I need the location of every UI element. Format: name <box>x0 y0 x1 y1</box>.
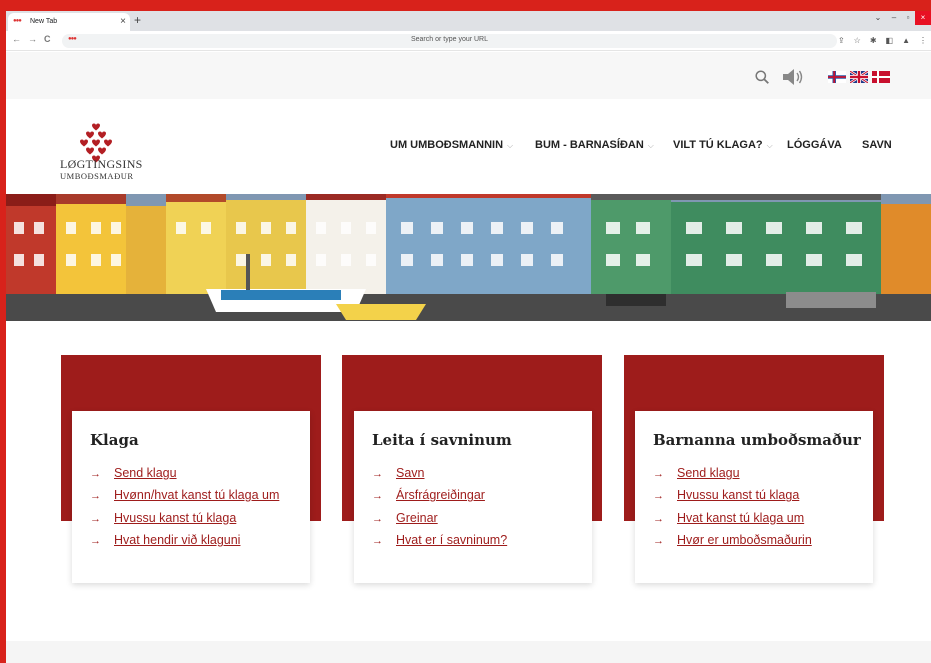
nav-item-loggava[interactable]: LÓGGÁVA <box>787 139 842 151</box>
list-item: → Hvat kanst tú klaga um <box>653 511 812 533</box>
sidepanel-icon[interactable]: ◧ <box>886 36 894 45</box>
speaker-icon[interactable] <box>782 68 804 86</box>
arrow-right-icon: → <box>90 535 101 548</box>
list-item: → Hvønn/hvat kanst tú klaga um <box>90 488 279 510</box>
arrow-right-icon: → <box>372 490 383 503</box>
arrow-right-icon: → <box>653 535 664 548</box>
card-barnanna-umbodsmadur: Barnanna umboðsmaður → Send klagu → Hvussu… <box>635 411 873 583</box>
minimize-icon[interactable]: – <box>887 11 901 25</box>
screen-frame: ●●● New Tab × + ⌄ – ▫ × ← → C ●●● Search… <box>0 0 931 663</box>
card-klaga: Klaga → Send klagu → Hvønn/hvat kanst tú k… <box>72 411 310 583</box>
arrow-right-icon: → <box>90 512 101 525</box>
card-links: → Send klagu → Hvussu kanst tú klaga → Hvat… <box>653 466 812 556</box>
card-title: Klaga <box>90 431 139 449</box>
browser-window: ●●● New Tab × + ⌄ – ▫ × ← → C ●●● Search… <box>6 11 931 663</box>
arrow-right-icon: → <box>372 535 383 548</box>
arrow-right-icon: → <box>372 468 383 480</box>
card-link[interactable]: Savn <box>396 466 425 480</box>
menu-icon[interactable]: ⋮ <box>919 36 927 45</box>
logo-line-1: LØGTINGSINS <box>60 157 143 171</box>
logo-line-2: UMBOÐSMAÐUR <box>60 171 134 181</box>
tab-search-chevron-icon[interactable]: ⌄ <box>869 11 887 25</box>
arrow-right-icon: → <box>90 468 101 480</box>
browser-tab[interactable]: ●●● New Tab × <box>8 13 130 31</box>
nav-item-bum-barnasidan[interactable]: BUM - BARNASÍÐAN ⌵ <box>535 139 654 151</box>
english-flag-icon[interactable] <box>850 71 868 83</box>
arrow-right-icon: → <box>653 490 664 503</box>
chevron-down-icon: ⌵ <box>647 141 654 150</box>
card-link[interactable]: Hvat hendir við klaguni <box>114 533 240 547</box>
card-link[interactable]: Ársfrágreiðingar <box>396 488 485 502</box>
card-leita-i-savninum: Leita í savninum → Savn → Ársfrágreiðingar… <box>354 411 592 583</box>
utility-bar <box>6 52 931 99</box>
nav-label: BUM - BARNASÍÐAN <box>535 139 644 151</box>
list-item: → Hvat er í savninum? <box>372 533 507 555</box>
card-link[interactable]: Hvat er í savninum? <box>396 533 507 547</box>
nav-item-vilt-tu-klaga[interactable]: VILT TÚ KLAGA? ⌵ <box>673 139 773 151</box>
card-link[interactable]: Send klagu <box>114 466 177 480</box>
reload-icon[interactable]: C <box>44 34 51 44</box>
list-item: → Send klagu <box>653 466 812 488</box>
list-item: → Hvat hendir við klaguni <box>90 533 279 555</box>
nav-label: VILT TÚ KLAGA? <box>673 139 763 151</box>
hero-harbour-image <box>6 194 931 321</box>
tab-close-icon[interactable]: × <box>120 16 126 27</box>
window-controls: ⌄ – ▫ × <box>869 11 931 25</box>
omnibox[interactable]: ●●● Search or type your URL <box>62 34 837 48</box>
card-link[interactable]: Greinar <box>396 511 438 525</box>
card-links: → Send klagu → Hvønn/hvat kanst tú klaga u… <box>90 466 279 556</box>
list-item: → Savn <box>372 466 507 488</box>
close-window-icon[interactable]: × <box>915 11 931 25</box>
arrow-right-icon: → <box>90 490 101 503</box>
address-bar: ← → C ●●● Search or type your URL ⇪ ☆ ✱ … <box>6 31 931 51</box>
list-item: → Hvussu kanst tú klaga <box>90 511 279 533</box>
card-title: Leita í savninum <box>372 431 512 449</box>
danish-flag-icon[interactable] <box>872 71 890 83</box>
site-header: LØGTINGSINS UMBOÐSMAÐUR UM UMBOÐSMANNIN ⌵… <box>6 99 931 194</box>
card-link[interactable]: Send klagu <box>677 466 740 480</box>
address-input[interactable]: Search or type your URL <box>62 36 837 43</box>
arrow-right-icon: → <box>653 512 664 525</box>
card-link[interactable]: Hvat kanst tú klaga um <box>677 511 804 525</box>
list-item: → Hvør er umboðsmaðurin <box>653 533 812 555</box>
card-links: → Savn → Ársfrágreiðingar → Greinar → Hvat e… <box>372 466 507 556</box>
new-tab-icon[interactable]: + <box>134 13 141 27</box>
faroese-flag-icon[interactable] <box>828 71 846 83</box>
tab-favicon-icon: ●●● <box>13 18 22 24</box>
list-item: → Greinar <box>372 511 507 533</box>
card-title: Barnanna umboðsmaður <box>653 431 861 449</box>
arrow-right-icon: → <box>653 468 664 480</box>
footer <box>6 641 931 663</box>
maximize-icon[interactable]: ▫ <box>901 11 915 25</box>
card-link[interactable]: Hvussu kanst tú klaga <box>677 488 799 502</box>
list-item: → Ársfrágreiðingar <box>372 488 507 510</box>
main-content: Klaga → Send klagu → Hvønn/hvat kanst tú k… <box>6 321 931 641</box>
share-icon[interactable]: ⇪ <box>838 36 845 45</box>
forward-icon[interactable]: → <box>28 34 37 44</box>
card-link[interactable]: Hvør er umboðsmaðurin <box>677 533 812 547</box>
nav-label: UM UMBOÐSMANNIN <box>390 139 504 151</box>
list-item: → Send klagu <box>90 466 279 488</box>
card-link[interactable]: Hvønn/hvat kanst tú klaga um <box>114 488 279 502</box>
tab-title: New Tab <box>30 18 58 25</box>
tab-bar: ●●● New Tab × + ⌄ – ▫ × <box>6 11 931 31</box>
arrow-right-icon: → <box>372 512 383 525</box>
profile-icon[interactable]: ▲ <box>902 36 910 45</box>
search-icon[interactable] <box>755 70 769 84</box>
chevron-down-icon: ⌵ <box>507 141 514 150</box>
chevron-down-icon: ⌵ <box>766 141 773 150</box>
card-link[interactable]: Hvussu kanst tú klaga <box>114 511 236 525</box>
list-item: → Hvussu kanst tú klaga <box>653 488 812 510</box>
nav-item-um-umbodsmannin[interactable]: UM UMBOÐSMANNIN ⌵ <box>390 139 513 151</box>
bookmark-star-icon[interactable]: ☆ <box>854 36 861 45</box>
extensions-icon[interactable]: ✱ <box>870 36 877 45</box>
nav-item-savn[interactable]: SAVN <box>862 139 892 151</box>
browser-toolbar: ⇪ ☆ ✱ ◧ ▲ ⋮ <box>838 36 927 45</box>
back-icon[interactable]: ← <box>12 34 21 44</box>
